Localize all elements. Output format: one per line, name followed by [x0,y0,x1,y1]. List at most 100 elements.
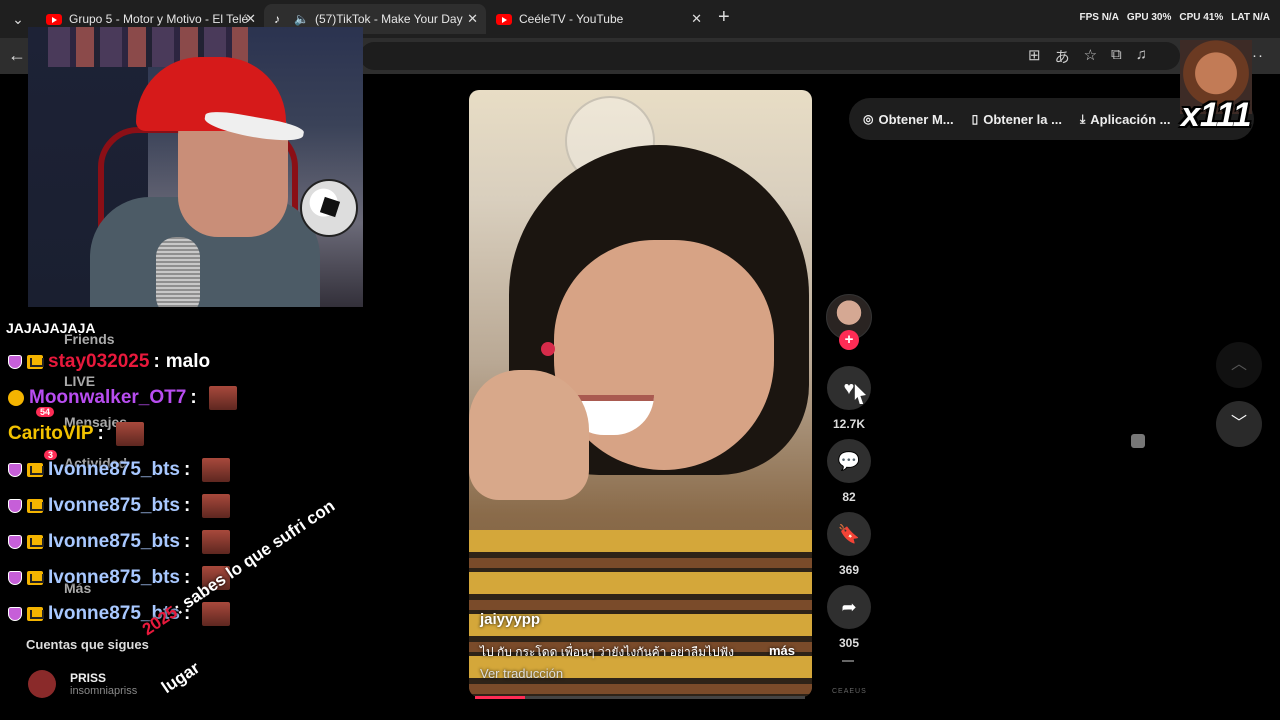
tab-celetv[interactable]: CeéleTV - YouTube ✕ [486,4,710,34]
hand [469,370,589,500]
follow-name: PRISS [70,671,107,685]
soccer-ball [300,179,358,237]
lat-stat: LAT N/A [1231,12,1270,23]
comment-icon[interactable]: 💬 [827,439,871,483]
crown-badge-icon [27,535,44,549]
shield-badge-icon [8,499,22,513]
crown-badge-icon [27,355,44,369]
video-progress-fill [475,696,525,699]
share-arrow-icon[interactable]: ➦ [827,585,871,629]
chat-username[interactable]: Ivonne875_bts [48,567,180,589]
previous-video-chevron-up-icon[interactable]: ︿ [1216,342,1262,388]
emote-icon [202,602,231,626]
perf-stats: FPS N/A GPU 30% CPU 41% LAT N/A [1079,12,1270,23]
tab-list-chevron-icon[interactable]: ⌄ [8,9,28,29]
speaker-icon[interactable]: 🔈 [294,12,309,26]
emote-icon [115,422,144,446]
see-translation-link[interactable]: Ver traducción [480,666,563,681]
shield-badge-icon [8,571,22,585]
chat-message: Moonwalker_OT7: [8,384,237,412]
emote-icon [208,386,237,410]
share-count: 305 [838,636,860,650]
favorite-star-icon[interactable]: ☆ [1084,46,1097,67]
tab-title: Grupo 5 - Motor y Motivo - El Telé [69,12,249,26]
video-username[interactable]: jaiyyypp [480,611,540,628]
tab-title: CeéleTV - YouTube [519,12,624,26]
chat-separator: : [184,459,191,480]
close-tab-icon[interactable]: ✕ [245,11,256,27]
download-icon: ⤓ [1079,111,1086,126]
chat-separator: : [97,423,104,444]
shield-badge-icon [8,535,22,549]
tiktok-video-player[interactable] [469,90,812,697]
chat-username[interactable]: CaritoVIP [8,423,94,445]
microphone [156,237,200,307]
chat-separator: : [190,387,197,408]
coin-icon: ◎ [863,112,874,126]
chat-header-text: JAJAJAJAJA [6,320,96,336]
follow-handle: insomniapriss [70,685,138,697]
extensions-icon[interactable]: ⧉ [1111,46,1122,67]
get-coins-label: Obtener M... [878,111,954,127]
chat-message: Ivonne875_bts: [8,456,231,484]
tiktok-icon: ♪ [274,12,280,26]
translate-icon[interactable]: あ [1055,46,1070,67]
youtube-icon [46,13,62,25]
shield-badge-icon [8,355,22,369]
comment-count: 82 [842,490,856,504]
avatar [28,670,56,698]
chat-message: stay032025: malo [8,348,210,376]
cpu-stat: CPU 41% [1179,12,1224,23]
new-tab-plus-icon[interactable]: + [718,6,730,29]
cat-emote-icon [1131,434,1145,448]
crown-badge-icon [27,571,44,585]
chat-separator: : [153,351,160,372]
crown-badge-icon [27,499,44,513]
chat-message: Ivonne875_bts: [8,492,231,520]
next-video-chevron-down-icon[interactable]: ﹀ [1216,401,1262,447]
get-coins-button[interactable]: ◎ Obtener M... [863,112,954,127]
chat-message: Ivonne875_bts: [8,528,231,556]
apps-icon[interactable]: ⊞ [1028,46,1041,67]
save-count: 369 [838,563,860,577]
chat-username[interactable]: Ivonne875_bts [48,459,180,481]
media-icon[interactable]: ♫ [1136,46,1147,67]
follow-plus-icon[interactable]: + [839,330,859,350]
emote-icon [202,494,231,518]
desktop-app-button[interactable]: ⤓ Aplicación ... [1080,112,1171,127]
music-disc-label: CEAEUS [832,688,867,695]
bookmark-icon[interactable]: 🔖 [827,512,871,556]
caption-more-link[interactable]: más [769,643,795,658]
close-tab-icon[interactable]: ✕ [691,11,702,27]
cheek-sticker [541,342,555,356]
crown-badge-icon [27,607,44,621]
shield-badge-icon [8,607,22,621]
chat-username[interactable]: stay032025 [48,351,149,373]
video-progress-bar[interactable] [475,696,805,699]
emoji-badge-icon [8,390,24,406]
chat-separator: : [184,567,191,588]
chat-separator: : [184,531,191,552]
gpu-stat: GPU 30% [1126,12,1172,23]
chat-username[interactable]: Moonwalker_OT7 [29,387,186,409]
following-heading: Cuentas que sigues [26,637,149,652]
like-heart-icon[interactable]: ♥ [827,366,871,410]
get-app-label: Obtener la ... [983,111,1062,127]
phone-icon: ▯ [971,112,979,126]
following-item[interactable]: PRISS insomniapriss [28,670,137,698]
get-app-button[interactable]: ▯ Obtener la ... [972,112,1062,127]
like-count: 12.7K [832,417,866,431]
chat-username[interactable]: Ivonne875_bts [48,495,180,517]
back-arrow-icon[interactable]: ← [8,45,26,66]
rail-divider [842,660,854,662]
close-tab-icon[interactable]: ✕ [467,11,478,27]
address-icons: ⊞ あ ☆ ⧉ ♫ [1028,46,1147,67]
chat-message: CaritoVIP: [8,420,144,448]
emote-icon [202,530,231,554]
desktop-app-label: Aplicación ... [1090,111,1171,127]
webcam-overlay [28,27,363,307]
chat-username[interactable]: Ivonne875_bts [48,531,180,553]
chat-separator: : [184,495,191,516]
combo-multiplier: x111 [1181,96,1252,134]
fps-stat: FPS N/A [1079,12,1119,23]
